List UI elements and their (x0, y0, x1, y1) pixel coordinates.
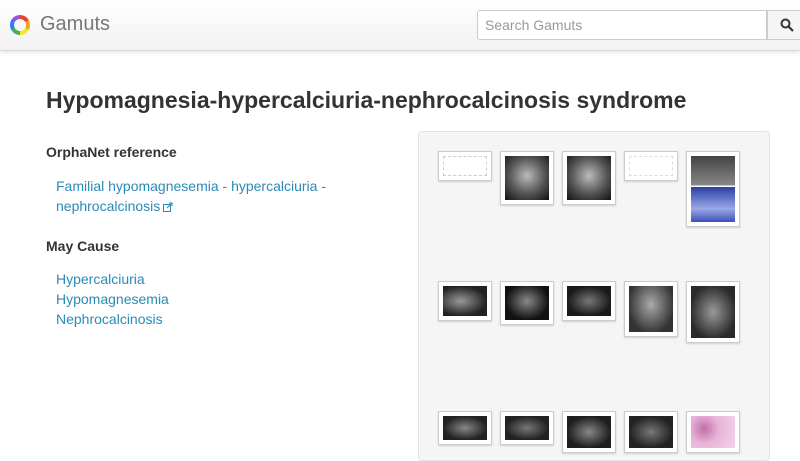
thumbnail[interactable] (686, 411, 740, 453)
histology-thumbnail-image (691, 416, 735, 448)
ultrasound-thumbnail-image (629, 416, 673, 448)
thumbnail[interactable] (438, 411, 492, 445)
page-title: Hypomagnesia-hypercalciuria-nephrocalcin… (46, 87, 687, 113)
ultrasound-thumbnail-image (443, 286, 487, 316)
chart-thumbnail-image (443, 156, 487, 176)
search-input[interactable] (477, 10, 767, 40)
thumbnail[interactable] (562, 151, 616, 205)
orphanet-link-line2: nephrocalcinosis (56, 198, 161, 214)
search-button[interactable] (767, 10, 800, 40)
ultrasound-thumbnail-image (567, 416, 611, 448)
xray-thumbnail-image (505, 156, 549, 200)
ultrasound-thumbnail-image (505, 416, 549, 440)
ultrasound-thumbnail-image (691, 286, 735, 338)
thumbnail[interactable] (624, 411, 678, 453)
thumbnail[interactable] (624, 151, 678, 181)
thumbnail[interactable] (500, 151, 554, 205)
thumbnail[interactable] (686, 281, 740, 343)
thumbnail[interactable] (686, 151, 740, 227)
thumbnail[interactable] (624, 281, 678, 337)
ultrasound-thumbnail-image (567, 286, 611, 316)
thumbnail[interactable] (438, 281, 492, 321)
thumbnail[interactable] (562, 281, 616, 321)
image-gallery (418, 131, 770, 461)
ultrasound-thumbnail-image (443, 416, 487, 440)
thumbnail[interactable] (562, 411, 616, 453)
thumbnail[interactable] (500, 411, 554, 445)
may-cause-link-hypercalciuria[interactable]: Hypercalciuria (56, 269, 145, 289)
ultrasound-thumbnail-image (629, 286, 673, 332)
brand-name[interactable]: Gamuts (40, 13, 110, 36)
xray-thumbnail-image (567, 156, 611, 200)
thumbnail[interactable] (438, 151, 492, 181)
orphanet-heading: OrphaNet reference (46, 144, 177, 160)
orphanet-link[interactable]: Familial hypomagnesemia - hypercalciuria… (56, 176, 326, 216)
may-cause-link-hypomagnesemia[interactable]: Hypomagnesemia (56, 289, 169, 309)
chart-thumbnail-image (629, 156, 673, 176)
ultrasound-thumbnail-image (505, 286, 549, 320)
search-icon (780, 18, 794, 32)
navbar: Gamuts (0, 0, 800, 51)
may-cause-link-nephrocalcinosis[interactable]: Nephrocalcinosis (56, 309, 163, 329)
orphanet-link-line1: Familial hypomagnesemia - hypercalciuria… (56, 178, 326, 194)
external-link-icon (163, 202, 173, 212)
may-cause-heading: May Cause (46, 238, 120, 254)
gamuts-logo-icon[interactable] (10, 15, 30, 35)
thumbnail[interactable] (500, 281, 554, 325)
mri-histology-thumbnail-image (691, 156, 735, 222)
